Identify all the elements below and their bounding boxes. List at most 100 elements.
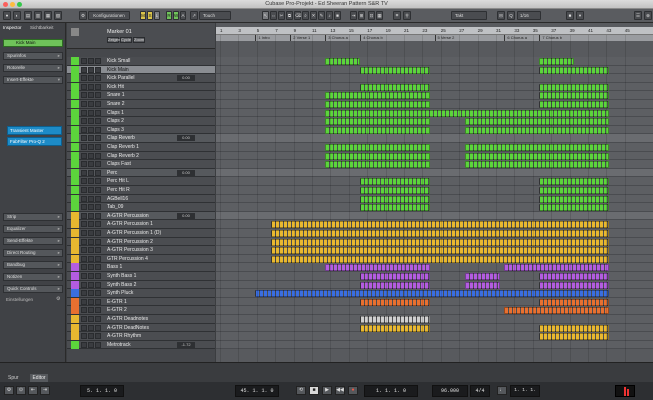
audio-event[interactable]: [325, 126, 431, 134]
snap-icon[interactable]: ⊞: [358, 11, 365, 20]
audio-event[interactable]: [539, 273, 610, 280]
mute-tool-icon[interactable]: ✕: [310, 11, 317, 20]
audio-event[interactable]: [360, 178, 431, 186]
color-swatch-icon[interactable]: ■: [566, 11, 574, 20]
listen-button[interactable]: L: [154, 11, 160, 20]
track-name[interactable]: Claps 1: [107, 110, 124, 116]
track-name[interactable]: E-GTR 1: [107, 299, 127, 305]
primary-time-display[interactable]: 1. 1. 1. 0: [364, 385, 418, 397]
audio-event[interactable]: [325, 264, 431, 272]
solo-button[interactable]: [88, 212, 94, 219]
mute-button[interactable]: [81, 83, 87, 90]
left-locator-display[interactable]: 5. 1. 1. 0: [80, 385, 124, 397]
track-name[interactable]: Synth Pluck: [107, 290, 133, 296]
track-row[interactable]: Kick Main: [67, 65, 215, 75]
track-name[interactable]: Kick Parallel: [107, 75, 135, 81]
mute-button[interactable]: [81, 135, 87, 142]
track-name[interactable]: Claps Fast: [107, 161, 131, 167]
config-icon[interactable]: ⚙: [79, 11, 87, 20]
track-name[interactable]: Synth Bass 2: [107, 282, 136, 288]
monitor-button[interactable]: [95, 169, 101, 176]
monitor-button[interactable]: [95, 144, 101, 150]
track-row[interactable]: A-GTR Percussion 0.00: [67, 211, 215, 221]
play-tool-icon[interactable]: ♪: [326, 11, 333, 20]
configurations-dropdown[interactable]: Konfigurationen: [88, 11, 130, 20]
track-name[interactable]: A-GTR Percussion 1 (D): [107, 230, 161, 236]
solo-button[interactable]: [88, 307, 94, 314]
audio-event[interactable]: [360, 195, 431, 203]
audio-event[interactable]: [325, 101, 431, 108]
audio-event[interactable]: [539, 195, 610, 203]
marker-show-button[interactable]: Zeigen: [107, 37, 120, 43]
mute-button[interactable]: [81, 281, 87, 288]
lower-zone-toggle-button[interactable]: ▦: [44, 11, 52, 20]
audio-event[interactable]: [539, 101, 610, 108]
play-button[interactable]: ▶: [322, 386, 332, 395]
track-name[interactable]: Claps 3: [107, 127, 124, 133]
audio-event[interactable]: [360, 324, 431, 332]
secondary-time-display[interactable]: 1. 1. 1.: [510, 385, 540, 397]
audio-event[interactable]: [539, 83, 610, 91]
quantize-preset-dropdown[interactable]: 1/16: [517, 11, 541, 20]
audio-event[interactable]: [360, 204, 431, 212]
monitor-button[interactable]: [95, 161, 101, 168]
audio-event[interactable]: [465, 273, 501, 280]
monitor-button[interactable]: [95, 195, 101, 202]
solo-button[interactable]: [88, 316, 94, 322]
mute-button[interactable]: [81, 307, 87, 314]
monitor-button[interactable]: [95, 247, 101, 254]
object-selection-tool-icon[interactable]: ↖: [262, 11, 269, 20]
audio-event[interactable]: [539, 187, 610, 194]
track-name[interactable]: A-GTR Percussion 1: [107, 221, 153, 227]
track-volume-value[interactable]: 0.00: [177, 169, 195, 176]
monitor-button[interactable]: [95, 333, 101, 340]
tempo-display[interactable]: 96.000: [432, 385, 468, 397]
track-name[interactable]: Tab_09: [107, 204, 123, 210]
track-name[interactable]: Metrotrack: [107, 342, 131, 348]
monitor-button[interactable]: [95, 264, 101, 271]
monitor-button[interactable]: [95, 273, 101, 279]
monitor-button[interactable]: [95, 230, 101, 236]
time-ruler[interactable]: 1 3 5 7 9 11 13 15 17 19 21 23 25 27 29 31 33 35 37 39 41 43 4…: [216, 27, 653, 35]
monitor-button[interactable]: [95, 126, 101, 133]
punch-in-icon[interactable]: ⇤: [28, 386, 38, 395]
mute-button[interactable]: [81, 316, 87, 322]
track-name[interactable]: A-GTR Percussion: [107, 213, 149, 219]
marker-cycle-button[interactable]: Cycle: [120, 37, 132, 43]
zoom-tool-icon[interactable]: ⌕: [302, 11, 309, 20]
track-row[interactable]: Claps 2: [67, 117, 215, 126]
activate-project-button[interactable]: ●: [3, 11, 11, 20]
track-row[interactable]: Claps Fast: [67, 160, 215, 169]
track-row[interactable]: A-GTR Percussion 1 (D): [67, 229, 215, 238]
track-row[interactable]: A-GTR Percussion 1: [67, 220, 215, 229]
audio-event[interactable]: [504, 307, 610, 315]
monitor-button[interactable]: [95, 255, 101, 262]
monitor-button[interactable]: [95, 238, 101, 245]
mute-button[interactable]: [81, 58, 87, 64]
monitor-button[interactable]: [95, 58, 101, 64]
constrain-delay-button[interactable]: ◐: [13, 11, 21, 20]
track-row[interactable]: Clap Reverb 2: [67, 151, 215, 161]
audio-event[interactable]: [539, 298, 610, 306]
track-name[interactable]: A-GTR DeadNotes: [107, 325, 149, 331]
marker-label[interactable]: 3 Chorus a: [325, 35, 348, 41]
monitor-button[interactable]: [95, 135, 101, 142]
track-name[interactable]: Claps 2: [107, 118, 124, 124]
section-equalizer[interactable]: Equalizer ▸: [3, 225, 63, 233]
solo-button[interactable]: [88, 152, 94, 159]
audio-event[interactable]: [465, 281, 501, 289]
solo-button[interactable]: [88, 169, 94, 176]
track-name[interactable]: Clap Reverb 2: [107, 153, 139, 159]
audio-event[interactable]: [325, 118, 431, 126]
read-automation-button[interactable]: R: [166, 11, 172, 20]
split-tool-icon[interactable]: ✂: [278, 11, 285, 20]
monitor-button[interactable]: [95, 66, 101, 73]
monitor-button[interactable]: [95, 316, 101, 322]
track-row[interactable]: E-GTR 1: [67, 297, 215, 307]
color-dropdown-icon[interactable]: ▾: [576, 11, 584, 20]
audio-event[interactable]: [360, 281, 431, 289]
tab-visibility[interactable]: Sichtbarkeit: [30, 25, 54, 32]
track-name[interactable]: A-GTR Deadnotes: [107, 316, 148, 322]
mute-button[interactable]: [81, 341, 87, 348]
track-row[interactable]: A-GTR Percussion 3: [67, 246, 215, 255]
